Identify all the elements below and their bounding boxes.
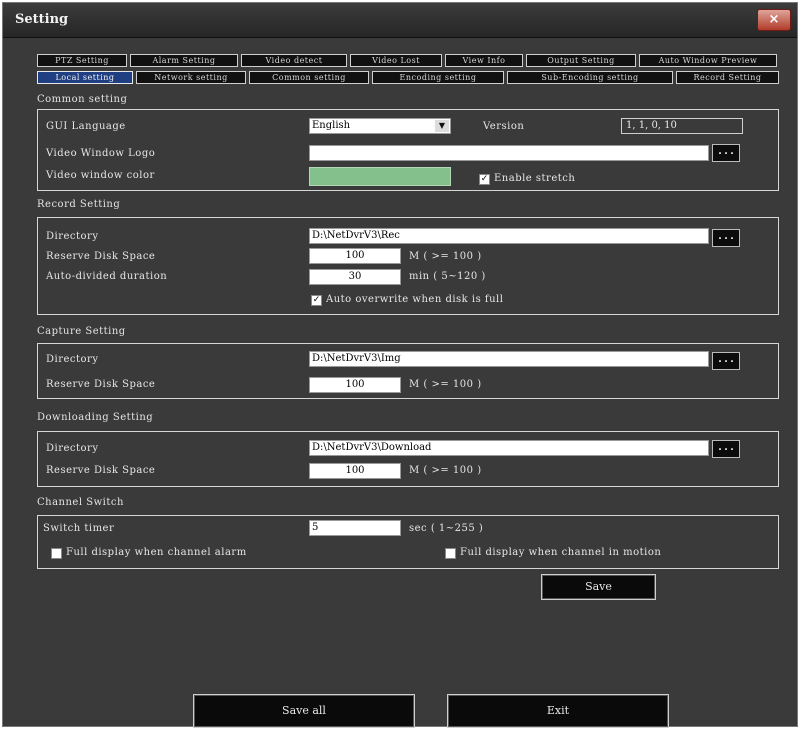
auto-divided-label: Auto-divided duration [46, 271, 168, 282]
capture-directory-label: Directory [46, 354, 99, 365]
full-display-motion-label: Full display when channel in motion [460, 547, 662, 558]
record-directory-input[interactable]: D:\NetDvrV3\Rec [309, 228, 709, 244]
gui-language-label: GUI Language [46, 121, 126, 132]
tab-alarm-setting[interactable]: Alarm Setting [130, 54, 238, 67]
gui-language-value: English [312, 120, 351, 131]
logo-label: Video Window Logo [46, 148, 156, 159]
tab-view-info[interactable]: View Info [445, 54, 523, 67]
gui-language-select[interactable]: English ▼ [309, 118, 451, 134]
channel-switch-group [37, 515, 779, 569]
download-reserve-unit: M ( >= 100 ) [409, 465, 482, 476]
enable-stretch-label: Enable stretch [494, 173, 576, 184]
record-directory-label: Directory [46, 231, 99, 242]
capture-directory-input[interactable]: D:\NetDvrV3\Img [309, 351, 709, 367]
window-color-label: Video window color [46, 170, 155, 181]
tab-video-detect[interactable]: Video detect [241, 54, 347, 67]
tab-auto-window-preview[interactable]: Auto Window Preview [639, 54, 777, 67]
full-display-alarm-checkbox[interactable] [51, 548, 62, 559]
tab-network-setting[interactable]: Network setting [136, 71, 246, 84]
download-directory-label: Directory [46, 443, 99, 454]
close-icon[interactable]: × [757, 9, 791, 31]
logo-browse-button[interactable]: ... [712, 144, 740, 162]
record-browse-button[interactable]: ... [712, 229, 740, 247]
capture-reserve-unit: M ( >= 100 ) [409, 379, 482, 390]
record-reserve-input[interactable]: 100 [309, 248, 401, 264]
capture-browse-button[interactable]: ... [712, 352, 740, 370]
enable-stretch-checkbox[interactable]: ✓ [479, 174, 490, 185]
auto-divided-unit: min ( 5~120 ) [409, 271, 486, 282]
save-button[interactable]: Save [541, 574, 656, 600]
download-directory-input[interactable]: D:\NetDvrV3\Download [309, 440, 709, 456]
tab-video-lost[interactable]: Video Lost [350, 54, 442, 67]
tab-encoding-setting[interactable]: Encoding setting [372, 71, 504, 84]
version-value: 1, 1, 0, 10 [621, 118, 743, 134]
full-display-motion-checkbox[interactable] [445, 548, 456, 559]
tab-output-setting[interactable]: Output Setting [526, 54, 636, 67]
tab-record-setting[interactable]: Record Setting [676, 71, 779, 84]
save-all-button[interactable]: Save all [193, 694, 415, 728]
auto-overwrite-label: Auto overwrite when disk is full [326, 294, 504, 305]
tab-ptz-setting[interactable]: PTZ Setting [37, 54, 127, 67]
channel-switch-title: Channel Switch [37, 497, 124, 508]
switch-timer-unit: sec ( 1~255 ) [409, 523, 484, 534]
window-title: Setting [15, 12, 69, 27]
settings-window: Setting × PTZ Setting Alarm Setting Vide… [2, 2, 798, 728]
download-reserve-label: Reserve Disk Space [46, 465, 156, 476]
auto-overwrite-checkbox[interactable]: ✓ [311, 295, 322, 306]
full-display-alarm-label: Full display when channel alarm [66, 547, 247, 558]
common-setting-title: Common setting [37, 94, 128, 105]
chevron-down-icon[interactable]: ▼ [435, 120, 449, 132]
title-bar: Setting × [3, 3, 797, 38]
tab-sub-encoding-setting[interactable]: Sub-Encoding setting [507, 71, 673, 84]
download-browse-button[interactable]: ... [712, 440, 740, 458]
capture-setting-title: Capture Setting [37, 326, 126, 337]
capture-reserve-label: Reserve Disk Space [46, 379, 156, 390]
auto-divided-input[interactable]: 30 [309, 269, 401, 285]
tab-common-setting[interactable]: Common setting [249, 71, 369, 84]
version-label: Version [483, 121, 525, 132]
switch-timer-label: Switch timer [43, 523, 115, 534]
logo-path-input[interactable] [309, 145, 709, 161]
record-reserve-unit: M ( >= 100 ) [409, 251, 482, 262]
downloading-setting-title: Downloading Setting [37, 412, 154, 423]
capture-reserve-input[interactable]: 100 [309, 377, 401, 393]
download-reserve-input[interactable]: 100 [309, 463, 401, 479]
record-reserve-label: Reserve Disk Space [46, 251, 156, 262]
tab-local-setting[interactable]: Local setting [37, 71, 133, 84]
exit-button[interactable]: Exit [447, 694, 669, 728]
window-color-swatch[interactable] [309, 167, 451, 186]
record-setting-title: Record Setting [37, 199, 121, 210]
switch-timer-input[interactable]: 5 [309, 520, 401, 536]
